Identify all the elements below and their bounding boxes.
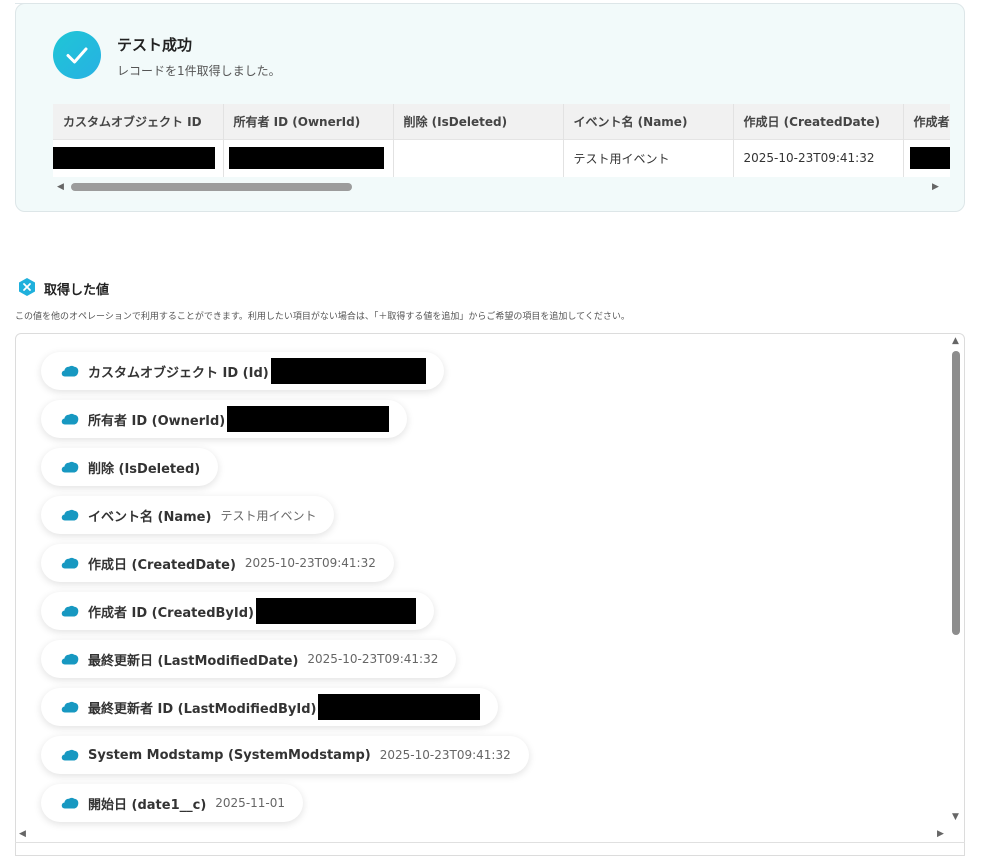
- value-pill[interactable]: 開始日 (date1__c) 2025-11-01: [41, 784, 304, 822]
- table-cell-redacted: [903, 138, 950, 177]
- value-label: イベント名 (Name): [88, 509, 212, 525]
- captured-values-list: カスタムオブジェクト ID (Id) 所有者 ID (OwnerId) 削除 (…: [15, 333, 965, 856]
- value-pill[interactable]: 作成日 (CreatedDate) 2025-10-23T09:41:32: [41, 544, 394, 582]
- table-cell: [393, 138, 564, 177]
- salesforce-cloud-icon: [61, 653, 79, 665]
- value-text: 2025-11-01: [215, 796, 286, 810]
- redaction-block: [227, 406, 390, 432]
- check-icon: [53, 31, 101, 79]
- value-label: カスタムオブジェクト ID (Id): [88, 365, 269, 381]
- value-text: 2025-10-23T09:41:32: [244, 556, 376, 570]
- redaction-block: [255, 598, 416, 624]
- scroll-right-arrow-icon[interactable]: ▶: [932, 180, 939, 194]
- x-badge-icon: [19, 278, 35, 296]
- table-cell: テスト用イベント: [563, 138, 734, 177]
- test-success-panel: テスト成功 レコードを1件取得しました。 カスタムオブジェクト ID 所有者 I…: [15, 3, 965, 212]
- redaction-block: [270, 358, 426, 384]
- value-label: 削除 (IsDeleted): [88, 461, 201, 477]
- value-text: テスト用イベント: [220, 508, 317, 523]
- redaction-block: [228, 147, 384, 170]
- salesforce-cloud-icon: [61, 509, 79, 521]
- value-text: 2025-10-23T09:41:32: [379, 748, 511, 762]
- table-cell-redacted: [53, 138, 224, 177]
- salesforce-cloud-icon: [61, 701, 79, 713]
- salesforce-cloud-icon: [61, 557, 79, 569]
- value-label: 最終更新日 (LastModifiedDate): [88, 653, 299, 669]
- redaction-block: [909, 147, 950, 170]
- scroll-left-arrow-icon[interactable]: ◀: [19, 827, 26, 841]
- success-title: テスト成功: [117, 36, 193, 54]
- salesforce-cloud-icon: [61, 365, 79, 377]
- scrollbar-thumb[interactable]: [71, 183, 352, 191]
- redaction-block: [318, 694, 481, 720]
- value-pill[interactable]: イベント名 (Name) テスト用イベント: [41, 496, 335, 534]
- table-header: イベント名 (Name): [563, 104, 734, 139]
- table-header: 削除 (IsDeleted): [393, 104, 564, 139]
- value-label: System Modstamp (SystemModstamp): [88, 747, 371, 763]
- value-label: 所有者 ID (OwnerId): [88, 413, 226, 429]
- salesforce-cloud-icon: [61, 461, 79, 473]
- table-header: 作成者: [903, 104, 950, 139]
- value-label: 作成者 ID (CreatedById): [88, 605, 254, 621]
- scroll-right-arrow-icon[interactable]: ▶: [937, 827, 944, 841]
- value-pill[interactable]: System Modstamp (SystemModstamp) 2025-10…: [41, 736, 529, 774]
- values-vertical-scrollbar[interactable]: ▲ ▼: [950, 336, 964, 826]
- salesforce-cloud-icon: [61, 605, 79, 617]
- redaction-block: [53, 147, 215, 170]
- salesforce-cloud-icon: [61, 749, 79, 761]
- value-pill[interactable]: 最終更新者 ID (LastModifiedById): [41, 688, 499, 726]
- divider: [15, 842, 965, 843]
- value-pill[interactable]: 所有者 ID (OwnerId): [41, 400, 408, 438]
- success-subtitle: レコードを1件取得しました。: [117, 64, 281, 78]
- scroll-left-arrow-icon[interactable]: ◀: [57, 180, 64, 194]
- table-row: テスト用イベント 2025-10-23T09:41:32: [53, 138, 950, 177]
- table-header: カスタムオブジェクト ID: [53, 104, 224, 139]
- scroll-down-arrow-icon[interactable]: ▼: [952, 812, 959, 822]
- values-horizontal-scrollbar[interactable]: ◀ ▶: [15, 827, 965, 841]
- value-label: 開始日 (date1__c): [88, 797, 207, 813]
- salesforce-cloud-icon: [61, 413, 79, 425]
- captured-values-title: 取得した値: [44, 283, 110, 298]
- table-header: 作成日 (CreatedDate): [733, 104, 904, 139]
- table-cell: 2025-10-23T09:41:32: [733, 138, 904, 177]
- scroll-up-arrow-icon[interactable]: ▲: [952, 336, 959, 346]
- value-pill[interactable]: 最終更新日 (LastModifiedDate) 2025-10-23T09:4…: [41, 640, 457, 678]
- table-header: 所有者 ID (OwnerId): [223, 104, 394, 139]
- table-horizontal-scrollbar[interactable]: ◀ ▶: [53, 180, 950, 194]
- value-label: 最終更新者 ID (LastModifiedById): [88, 701, 317, 717]
- captured-values-description: この値を他のオペレーションで利用することができます。利用したい項目がない場合は、…: [15, 312, 630, 322]
- value-label: 作成日 (CreatedDate): [88, 557, 236, 573]
- scrollbar-thumb[interactable]: [952, 351, 960, 635]
- value-pill[interactable]: 作成者 ID (CreatedById): [41, 592, 434, 630]
- salesforce-cloud-icon: [61, 797, 79, 809]
- table-cell-redacted: [223, 138, 394, 177]
- value-pill[interactable]: カスタムオブジェクト ID (Id): [41, 352, 444, 390]
- value-text: 2025-10-23T09:41:32: [307, 652, 439, 666]
- result-table: カスタムオブジェクト ID 所有者 ID (OwnerId) 削除 (IsDel…: [53, 104, 950, 177]
- value-pill[interactable]: 削除 (IsDeleted): [41, 448, 219, 486]
